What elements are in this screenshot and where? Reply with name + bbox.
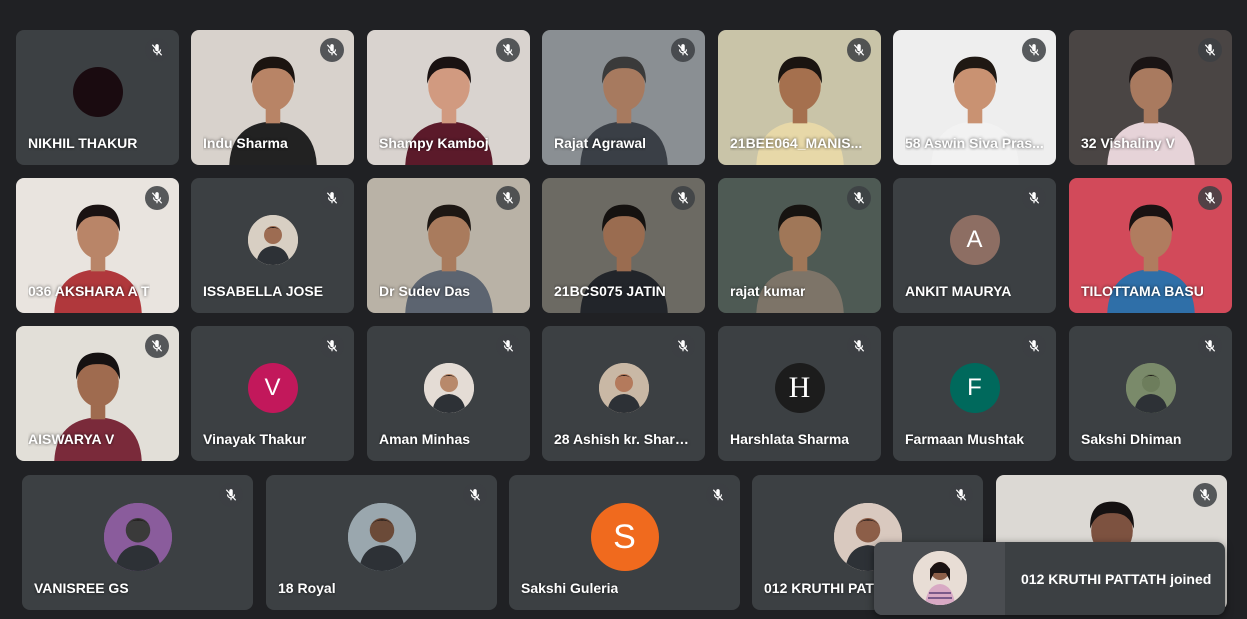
join-notification[interactable]: 012 KRUTHI PATTATH joined [874, 542, 1225, 615]
mic-off-icon [671, 334, 695, 358]
mic-off-icon [1022, 38, 1046, 62]
participant-tile-vinayak-thakur[interactable]: V Vinayak Thakur [191, 326, 354, 461]
participant-name: NIKHIL THAKUR [28, 135, 138, 151]
participant-tile-nikhil-thakur[interactable]: NIKHIL THAKUR [16, 30, 179, 165]
notification-avatar [913, 551, 967, 605]
mic-off-icon [145, 186, 169, 210]
participant-tile-sakshi-dhiman[interactable]: Sakshi Dhiman [1069, 326, 1232, 461]
mic-off-icon [847, 334, 871, 358]
mic-off-icon [949, 483, 973, 507]
participant-name: 28 Ashish kr. Sharma [554, 431, 693, 447]
participant-tile-harshlata-sharma[interactable]: H Harshlata Sharma [718, 326, 881, 461]
participant-avatar: H [774, 363, 825, 414]
participant-name: rajat kumar [730, 283, 806, 299]
participant-tile-aman-minhas[interactable]: Aman Minhas [367, 326, 530, 461]
participant-name: Aman Minhas [379, 431, 471, 447]
avatar-initial: V [264, 374, 281, 402]
mic-off-icon [320, 186, 344, 210]
participant-tile-aiswarya-v[interactable]: AISWARYA V [16, 326, 179, 461]
participant-name: 21BEE064_MANIS... [730, 135, 863, 151]
notification-thumbnail [874, 542, 1005, 615]
participant-name: 18 Royal [278, 580, 336, 596]
participant-tile-21bcs075-jatin[interactable]: 21BCS075 JATIN [542, 178, 705, 313]
participant-name: Dr Sudev Das [379, 283, 471, 299]
mic-off-icon [671, 186, 695, 210]
participant-name: Rajat Agrawal [554, 135, 647, 151]
participant-tile-58-aswin-siva-pras[interactable]: 58 Aswin Siva Pras... [893, 30, 1056, 165]
mic-off-icon [463, 483, 487, 507]
mic-off-icon [496, 334, 520, 358]
mic-off-icon [1193, 483, 1217, 507]
participant-name: 21BCS075 JATIN [554, 283, 666, 299]
participant-avatar: V [247, 363, 298, 414]
participant-tile-21bee064-manis[interactable]: 21BEE064_MANIS... [718, 30, 881, 165]
participant-avatar [347, 503, 416, 572]
participant-avatar [598, 363, 649, 414]
participant-tile-rajat-kumar[interactable]: rajat kumar [718, 178, 881, 313]
participant-name: 32 Vishaliny V [1081, 135, 1175, 151]
participant-tile-tilottama-basu[interactable]: TILOTTAMA BASU [1069, 178, 1232, 313]
avatar-initial: H [788, 371, 811, 405]
participant-tile-ankit-maurya[interactable]: A ANKIT MAURYA [893, 178, 1056, 313]
participant-name: Vinayak Thakur [203, 431, 307, 447]
notification-message: 012 KRUTHI PATTATH joined [1021, 571, 1212, 587]
avatar-initial: A [966, 226, 983, 254]
participant-name: AISWARYA V [28, 431, 115, 447]
mic-off-icon [671, 38, 695, 62]
participant-avatar [1125, 363, 1176, 414]
mic-off-icon [1022, 186, 1046, 210]
mic-off-icon [219, 483, 243, 507]
participant-avatar: A [949, 215, 1000, 266]
mic-off-icon [320, 334, 344, 358]
mic-off-icon [1198, 186, 1222, 210]
participant-tile-indu-sharma[interactable]: Indu Sharma [191, 30, 354, 165]
mic-off-icon [320, 38, 344, 62]
participant-tile-issabella-jose[interactable]: ISSABELLA JOSE [191, 178, 354, 313]
participant-name: Shampy Kamboj [379, 135, 489, 151]
participant-name: 036 AKSHARA A T [28, 283, 150, 299]
participant-name: Sakshi Guleria [521, 580, 619, 596]
avatar-initial: S [613, 517, 636, 556]
participant-name: Sakshi Dhiman [1081, 431, 1182, 447]
participant-tile-28-ashish-kr-sharma[interactable]: 28 Ashish kr. Sharma [542, 326, 705, 461]
mic-off-icon [1022, 334, 1046, 358]
participant-tile-rajat-agrawal[interactable]: Rajat Agrawal [542, 30, 705, 165]
avatar-initial: F [967, 374, 982, 402]
participant-name: ISSABELLA JOSE [203, 283, 324, 299]
participant-name: ANKIT MAURYA [905, 283, 1012, 299]
participant-tile-dr-sudev-das[interactable]: Dr Sudev Das [367, 178, 530, 313]
participant-avatar [247, 215, 298, 266]
mic-off-icon [1198, 334, 1222, 358]
participant-tile-vanisree-gs[interactable]: VANISREE GS [22, 475, 253, 610]
mic-off-icon [847, 186, 871, 210]
participant-tile-sakshi-guleria[interactable]: S Sakshi Guleria [509, 475, 740, 610]
participant-tile-farmaan-mushtak[interactable]: F Farmaan Mushtak [893, 326, 1056, 461]
mic-off-icon [1198, 38, 1222, 62]
mic-off-icon [145, 38, 169, 62]
participant-tile-18-royal[interactable]: 18 Royal [266, 475, 497, 610]
participant-avatar: F [949, 363, 1000, 414]
participant-tile-036-akshara-a-t[interactable]: 036 AKSHARA A T [16, 178, 179, 313]
participant-name: 58 Aswin Siva Pras... [905, 135, 1044, 151]
participant-name: Harshlata Sharma [730, 431, 850, 447]
participant-avatar [103, 503, 172, 572]
participant-avatar [72, 67, 123, 118]
mic-off-icon [496, 186, 520, 210]
participant-avatar: S [590, 503, 659, 572]
participant-name: VANISREE GS [34, 580, 129, 596]
participant-tile-32-vishaliny-v[interactable]: 32 Vishaliny V [1069, 30, 1232, 165]
mic-off-icon [847, 38, 871, 62]
mic-off-icon [706, 483, 730, 507]
mic-off-icon [496, 38, 520, 62]
participant-tile-shampy-kamboj[interactable]: Shampy Kamboj [367, 30, 530, 165]
participant-name: Farmaan Mushtak [905, 431, 1025, 447]
participant-name: TILOTTAMA BASU [1081, 283, 1204, 299]
participant-avatar [423, 363, 474, 414]
participant-name: Indu Sharma [203, 135, 288, 151]
mic-off-icon [145, 334, 169, 358]
